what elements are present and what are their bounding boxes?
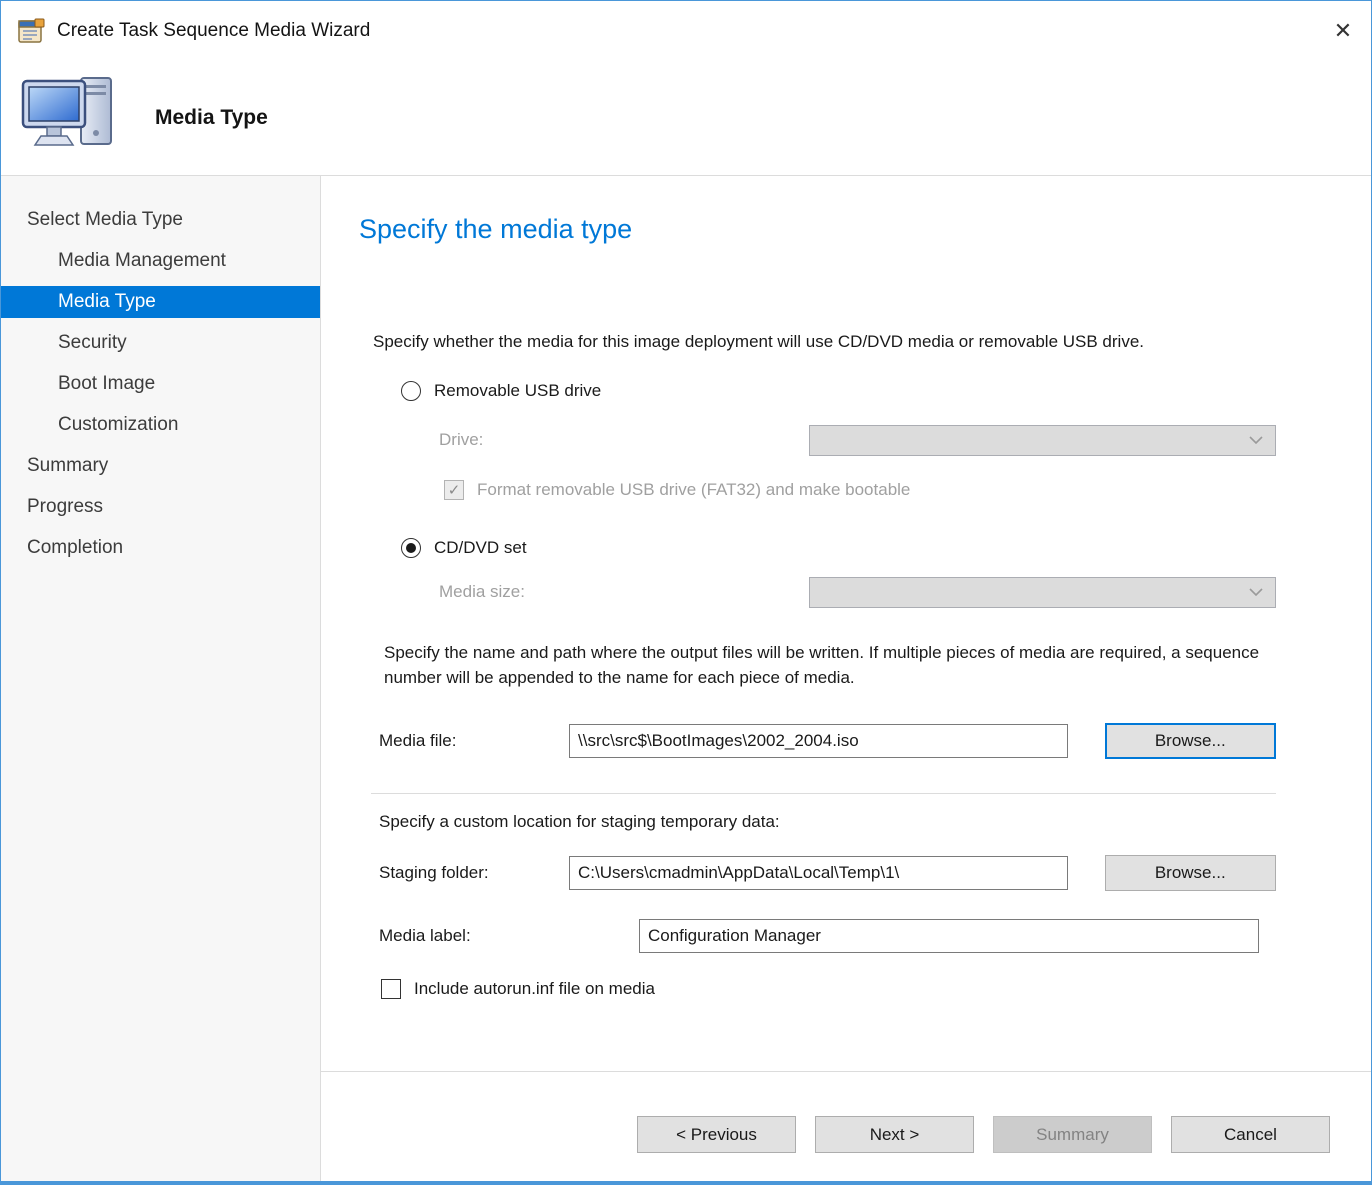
wizard-icon — [17, 18, 45, 44]
sidebar-item-security[interactable]: Security — [1, 327, 320, 359]
window-title: Create Task Sequence Media Wizard — [57, 20, 370, 42]
wizard-window: Create Task Sequence Media Wizard ✕ — [0, 0, 1372, 1185]
cancel-button[interactable]: Cancel — [1171, 1116, 1330, 1153]
cddvd-radio-row: CD/DVD set — [401, 538, 1276, 558]
autorun-checkbox[interactable] — [381, 979, 401, 999]
media-file-input[interactable] — [569, 724, 1068, 758]
staging-section-text: Specify a custom location for staging te… — [379, 812, 1276, 832]
media-label-label: Media label: — [379, 926, 639, 946]
output-path-text: Specify the name and path where the outp… — [384, 640, 1274, 691]
usb-radio-row: Removable USB drive — [401, 381, 1276, 401]
sidebar-item-media-management[interactable]: Media Management — [1, 245, 320, 277]
page-header-title: Media Type — [155, 106, 268, 130]
media-type-page: Specify the media type Specify whether t… — [321, 176, 1371, 1071]
drive-dropdown[interactable] — [809, 425, 1276, 456]
drive-label: Drive: — [439, 430, 809, 450]
close-button[interactable]: ✕ — [1315, 1, 1371, 61]
media-file-browse-button[interactable]: Browse... — [1105, 723, 1276, 759]
intro-text: Specify whether the media for this image… — [373, 329, 1273, 355]
staging-folder-browse-button[interactable]: Browse... — [1105, 855, 1276, 891]
section-divider — [371, 793, 1276, 794]
next-button[interactable]: Next > — [815, 1116, 974, 1153]
wizard-footer: < Previous Next > Summary Cancel — [321, 1071, 1371, 1181]
chevron-down-icon — [1249, 588, 1263, 596]
computer-icon — [21, 73, 121, 163]
media-label-row: Media label: — [379, 919, 1276, 953]
drive-row: Drive: — [439, 425, 1276, 456]
format-usb-row: ✓ Format removable USB drive (FAT32) and… — [444, 480, 1276, 500]
autorun-row: Include autorun.inf file on media — [381, 979, 1276, 999]
media-size-label: Media size: — [439, 582, 809, 602]
sidebar-item-select-media-type[interactable]: Select Media Type — [1, 204, 320, 236]
wizard-nav-sidebar: Select Media Type Media Management Media… — [1, 176, 321, 1181]
usb-radio[interactable] — [401, 381, 421, 401]
staging-folder-row: Staging folder: Browse... — [379, 855, 1276, 891]
autorun-label: Include autorun.inf file on media — [414, 979, 655, 999]
media-file-label: Media file: — [379, 731, 569, 751]
previous-button[interactable]: < Previous — [637, 1116, 796, 1153]
summary-button[interactable]: Summary — [993, 1116, 1152, 1153]
titlebar: Create Task Sequence Media Wizard ✕ — [1, 1, 1371, 61]
media-file-row: Media file: Browse... — [379, 723, 1276, 759]
staging-folder-input[interactable] — [569, 856, 1068, 890]
sidebar-item-completion[interactable]: Completion — [1, 532, 320, 564]
media-size-row: Media size: — [439, 577, 1276, 608]
page-title: Specify the media type — [359, 214, 1276, 245]
media-label-input[interactable] — [639, 919, 1259, 953]
format-usb-checkbox[interactable]: ✓ — [444, 480, 464, 500]
sidebar-item-boot-image[interactable]: Boot Image — [1, 368, 320, 400]
sidebar-item-progress[interactable]: Progress — [1, 491, 320, 523]
media-size-dropdown[interactable] — [809, 577, 1276, 608]
cddvd-radio[interactable] — [401, 538, 421, 558]
wizard-header: Media Type — [1, 61, 1371, 176]
format-usb-label: Format removable USB drive (FAT32) and m… — [477, 480, 910, 500]
sidebar-item-media-type[interactable]: Media Type — [1, 286, 320, 318]
usb-radio-label: Removable USB drive — [434, 381, 601, 401]
sidebar-item-customization[interactable]: Customization — [1, 409, 320, 441]
chevron-down-icon — [1249, 436, 1263, 444]
staging-folder-label: Staging folder: — [379, 863, 569, 883]
cddvd-radio-label: CD/DVD set — [434, 538, 527, 558]
sidebar-item-summary[interactable]: Summary — [1, 450, 320, 482]
